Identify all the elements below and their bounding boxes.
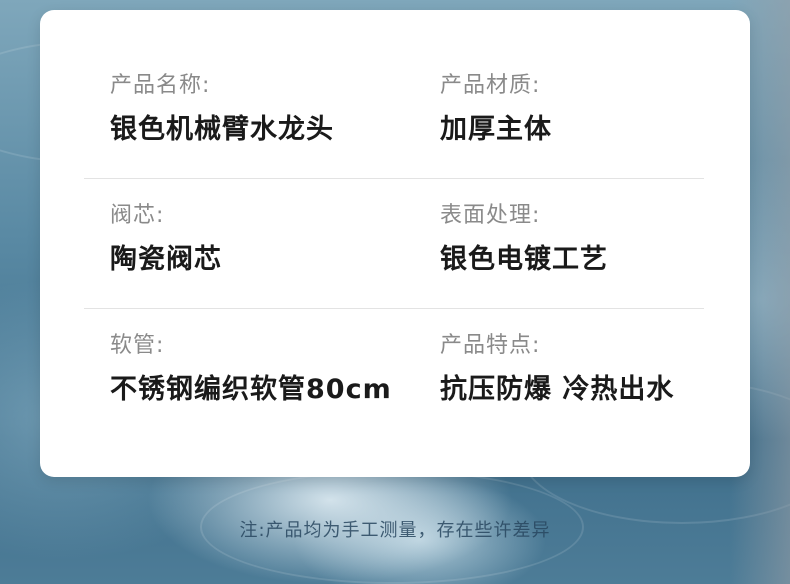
measurement-footnote: 注:产品均为手工测量，存在些许差异 <box>239 520 551 541</box>
spec-row: 软管: 不锈钢编织软管80cm 产品特点: 抗压防爆 冷热出水 <box>84 330 704 460</box>
spec-value: 抗压防爆 冷热出水 <box>440 374 675 405</box>
row-divider <box>84 178 704 179</box>
spec-row: 产品名称: 银色机械臂水龙头 产品材质: 加厚主体 <box>84 70 704 200</box>
spec-label: 产品特点: <box>440 333 541 358</box>
spec-cell-material: 产品材质: 加厚主体 <box>440 70 552 150</box>
spec-cell-features: 产品特点: 抗压防爆 冷热出水 <box>440 330 674 410</box>
spec-cell-hose: 软管: 不锈钢编织软管80cm <box>110 330 392 410</box>
spec-value: 银色机械臂水龙头 <box>110 114 334 145</box>
spec-label: 表面处理: <box>440 203 541 228</box>
spec-value: 银色电镀工艺 <box>440 244 608 275</box>
spec-label: 产品材质: <box>440 73 541 98</box>
spec-row: 阀芯: 陶瓷阀芯 表面处理: 银色电镀工艺 <box>84 200 704 330</box>
spec-value: 加厚主体 <box>440 114 552 145</box>
spec-label: 阀芯: <box>110 203 165 228</box>
spec-label: 产品名称: <box>110 73 211 98</box>
spec-card: 产品名称: 银色机械臂水龙头 产品材质: 加厚主体 阀芯: 陶瓷阀芯 表面处理:… <box>40 10 750 477</box>
spec-label: 软管: <box>110 333 165 358</box>
spec-value: 不锈钢编织软管80cm <box>110 374 392 405</box>
row-divider <box>84 308 704 309</box>
spec-cell-surface-finish: 表面处理: 银色电镀工艺 <box>440 200 608 280</box>
spec-cell-valve-core: 阀芯: 陶瓷阀芯 <box>110 200 222 280</box>
spec-value: 陶瓷阀芯 <box>110 244 222 275</box>
spec-cell-product-name: 产品名称: 银色机械臂水龙头 <box>110 70 334 150</box>
